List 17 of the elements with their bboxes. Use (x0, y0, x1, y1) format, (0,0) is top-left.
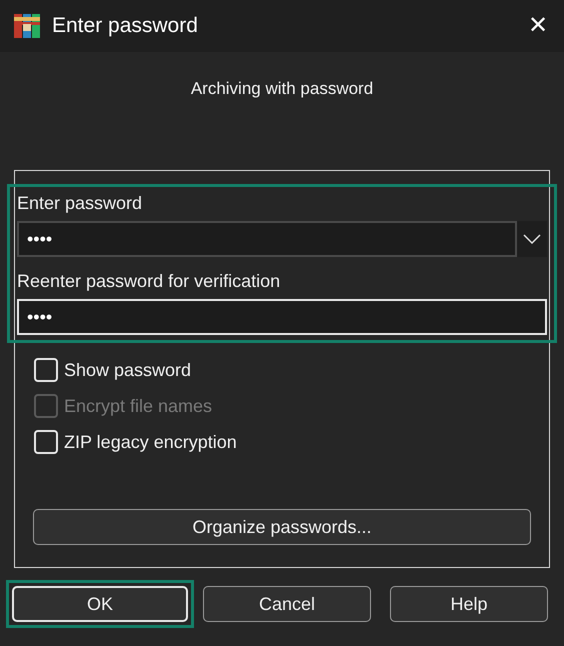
window-title: Enter password (52, 13, 199, 40)
organize-passwords-button[interactable]: Organize passwords... (33, 509, 531, 545)
dialog-button[interactable]: Cancel (203, 586, 371, 622)
dialog-button[interactable]: OK (12, 586, 188, 622)
checkbox-label: Encrypt file names (64, 394, 212, 418)
field-label: Reenter password for verification (17, 270, 282, 293)
password-field[interactable]: •••• (17, 221, 517, 257)
field-label: Enter password (17, 192, 144, 215)
books-icon (14, 14, 40, 38)
chevron-down-icon (523, 234, 541, 244)
checkbox-label: ZIP legacy encryption (64, 430, 237, 454)
checkbox-label: Show password (64, 358, 192, 382)
password-field[interactable]: •••• (17, 299, 547, 335)
close-button[interactable]: ✕ (528, 14, 548, 38)
dropdown-button[interactable] (517, 221, 547, 257)
dialog-button[interactable]: Help (390, 586, 548, 622)
subtitle: Archiving with password (190, 78, 374, 100)
